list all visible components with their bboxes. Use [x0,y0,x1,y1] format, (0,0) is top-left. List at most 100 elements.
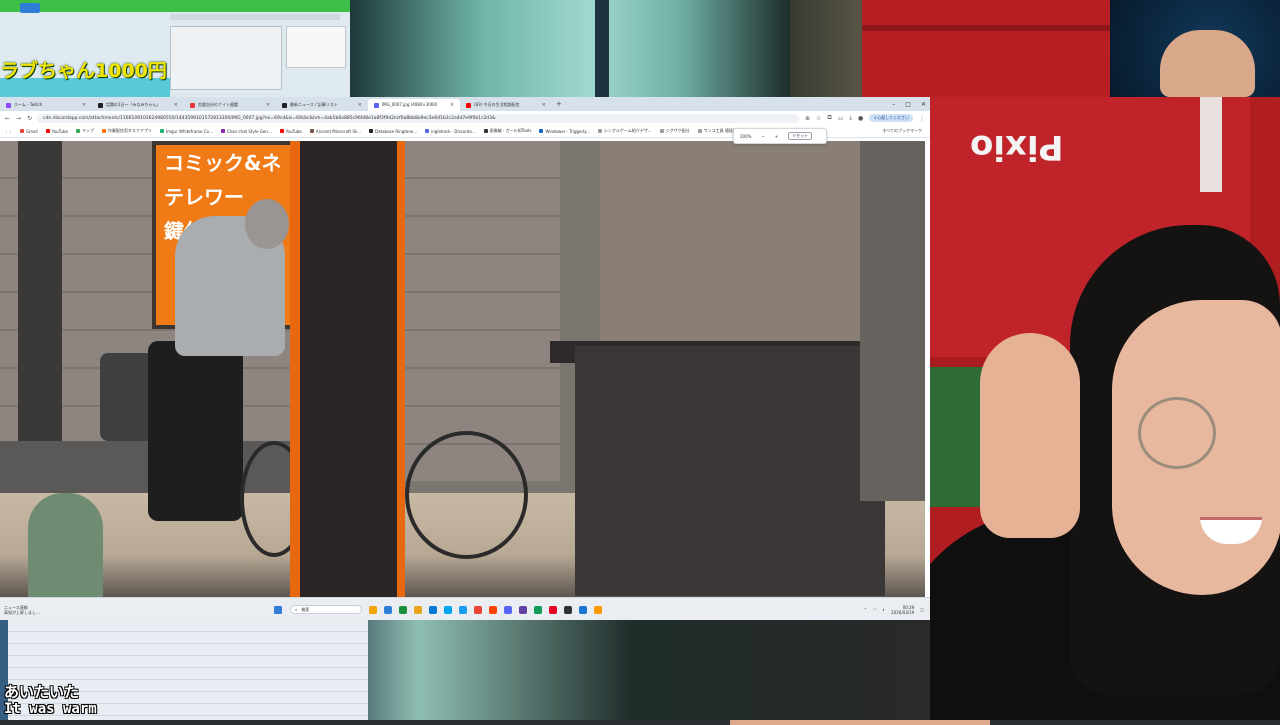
tab-label: 話題の1日〜「みなみちゃん」 [106,102,161,107]
taskbar-app-icon[interactable] [459,605,467,614]
bookmark-item[interactable]: Database Ringtone... [365,129,421,134]
bookmark-item[interactable]: ingleheck - Discordo... [421,129,479,134]
taskbar-app-icon[interactable] [399,605,407,614]
download-icon[interactable]: ⤓ [849,114,852,122]
taskbar-app-icon[interactable] [549,605,557,614]
tab-close-icon[interactable]: × [358,99,362,111]
sign-line-1: コミック&ネ [164,151,282,175]
apps-grid-icon[interactable]: ⋮⋮ [0,129,16,134]
bookmark-label: YouTube [285,128,302,134]
taskbar-app-icon[interactable] [384,605,392,614]
browser-window: ホーム - Twitch × 話題の1日〜「みなみちゃん」 × 恋愛自分のナイト図鑑 × 最… [0,97,930,620]
streamer-glasses [1138,397,1216,469]
bookmark-item[interactable]: Imgur Whiteframe Co... [156,129,217,134]
taskbar-app-icon[interactable] [594,605,602,614]
bookmark-item[interactable]: Chan chat Style Gen... [217,129,276,134]
windows-start-icon[interactable] [274,605,282,614]
tab-2[interactable]: 恋愛自分のナイト図鑑 × [184,99,276,111]
bookmark-item[interactable]: Ancient Minecraft Sk... [306,129,365,134]
clock[interactable]: 00:29 2026/03/19 [891,605,914,615]
menu-icon[interactable]: ⋮ [919,115,925,122]
taskbar-search[interactable]: ⌕ 検索 [290,605,362,614]
taskbar-app-icon[interactable] [474,605,482,614]
taskbar-app-icon[interactable] [504,605,512,614]
tab-close-icon[interactable]: × [450,99,454,111]
tab-favicon-icon [190,102,195,108]
tab-1[interactable]: 話題の1日〜「みなみちゃん」 × [92,99,184,111]
bookmark-item[interactable]: Gmail [16,129,42,134]
pillar-edge-right [397,141,405,597]
streamer-hand [980,333,1080,538]
taskbar-app-icon[interactable] [579,605,587,614]
bookmark-item[interactable]: マップ [72,128,98,134]
tab-close-icon[interactable]: × [542,99,546,111]
avatar-icon[interactable]: ● [858,115,863,122]
bookmark-label: Imgur Whiteframe Co... [165,128,213,134]
bookmark-label: マップ [81,128,94,133]
wifi-icon[interactable]: ◠ [873,607,877,612]
bookmark-item[interactable]: 作業配信用タスクアプリ [98,128,156,134]
bookmark-item[interactable]: 画像編 - ガール知Tools [480,128,536,134]
monitor-green-bar [0,0,350,12]
extensions-icon[interactable]: ⧉ [827,114,831,122]
profile-button[interactable]: ぐ心配してください [869,114,913,122]
tab-5[interactable]: (83) 今日の生活相談配信 × [460,99,552,111]
tab-3[interactable]: 最新ニュース / 記事リスト × [276,99,368,111]
tab-label: 最新ニュース / 記事リスト [290,102,338,107]
notification-icon[interactable]: ▢ [920,607,924,612]
tab-4[interactable]: IMG_0007.jpg (4080×3060) × [368,99,460,111]
tab-label: ホーム - Twitch [14,102,43,107]
tab-favicon-icon [282,102,287,108]
taskbar-app-icon[interactable] [534,605,542,614]
bookmark-favicon-icon [75,129,80,133]
taskbar-app-icon[interactable] [519,605,527,614]
new-tab-button[interactable]: + [552,100,566,108]
bookmark-item[interactable]: シングルゲーム紹介デザ... [594,128,656,134]
image-viewer[interactable]: コミック&ネ テレワー 鍵付 [0,141,925,597]
bookmark-item[interactable]: YouTube [276,129,306,134]
taskbar-app-icon[interactable] [564,605,572,614]
reload-icon[interactable]: ↻ [27,115,32,122]
monitor-top-bar [170,14,340,20]
minimize-button[interactable]: – [892,101,895,108]
url-field[interactable]: cdn.discordapp.com/attachments/116610910… [37,113,799,123]
taskbar-app-icon[interactable] [369,605,377,614]
bookmark-favicon-icon [20,129,24,133]
zoom-in-button[interactable]: + [775,134,778,139]
aquarium-post [595,0,609,97]
zoom-reset-button[interactable]: リセット [788,132,813,140]
bookmark-item[interactable]: Windower - Triggerly... [535,129,593,134]
volume-icon[interactable]: 🔈︎ [883,607,885,612]
news-widget[interactable]: ニュース速報 高知が上昇しまし... [0,605,94,615]
bookmark-label: ingleheck - Discordo... [431,128,476,134]
all-bookmarks-button[interactable]: すべてのブックマーク [878,128,930,134]
bookmark-favicon-icon [279,129,284,133]
monitor-panel-secondary [286,26,346,68]
bookmark-item[interactable]: YouTube [42,129,72,134]
zoom-out-button[interactable]: − [761,134,764,139]
tab-close-icon[interactable]: × [174,99,178,111]
sidepanel-icon[interactable]: ▭ [838,115,844,122]
top-left-monitor: ラブちゃん1000円 [0,0,350,97]
address-icons: ⊕ ☆ ⧉ ▭ ⤓ ● ぐ心配してください ⋮ [805,114,930,122]
bookmark-favicon-icon [159,129,164,133]
zoom-icon[interactable]: ⊕ [805,115,810,122]
tray-chevron-icon[interactable]: ⌃ [864,607,867,612]
dark-pillar [290,141,405,597]
bookmark-favicon-icon [425,129,430,133]
close-button[interactable]: ✕ [921,101,926,108]
back-icon[interactable]: ← [5,115,10,122]
maximize-button[interactable]: □ [905,101,911,108]
tab-0[interactable]: ホーム - Twitch × [0,99,92,111]
tab-close-icon[interactable]: × [82,99,86,111]
taskbar-app-icon[interactable] [429,605,437,614]
bookmark-favicon-icon [369,129,373,133]
forward-icon[interactable]: → [16,115,21,122]
bookmark-star-icon[interactable]: ☆ [816,115,821,122]
taskbar-app-icon[interactable] [444,605,452,614]
bookmark-favicon-icon [483,129,488,133]
taskbar-app-icon[interactable] [489,605,497,614]
tab-close-icon[interactable]: × [266,99,270,111]
bookmark-item[interactable]: ジグザク配分 [656,128,694,134]
taskbar-app-icon[interactable] [414,605,422,614]
